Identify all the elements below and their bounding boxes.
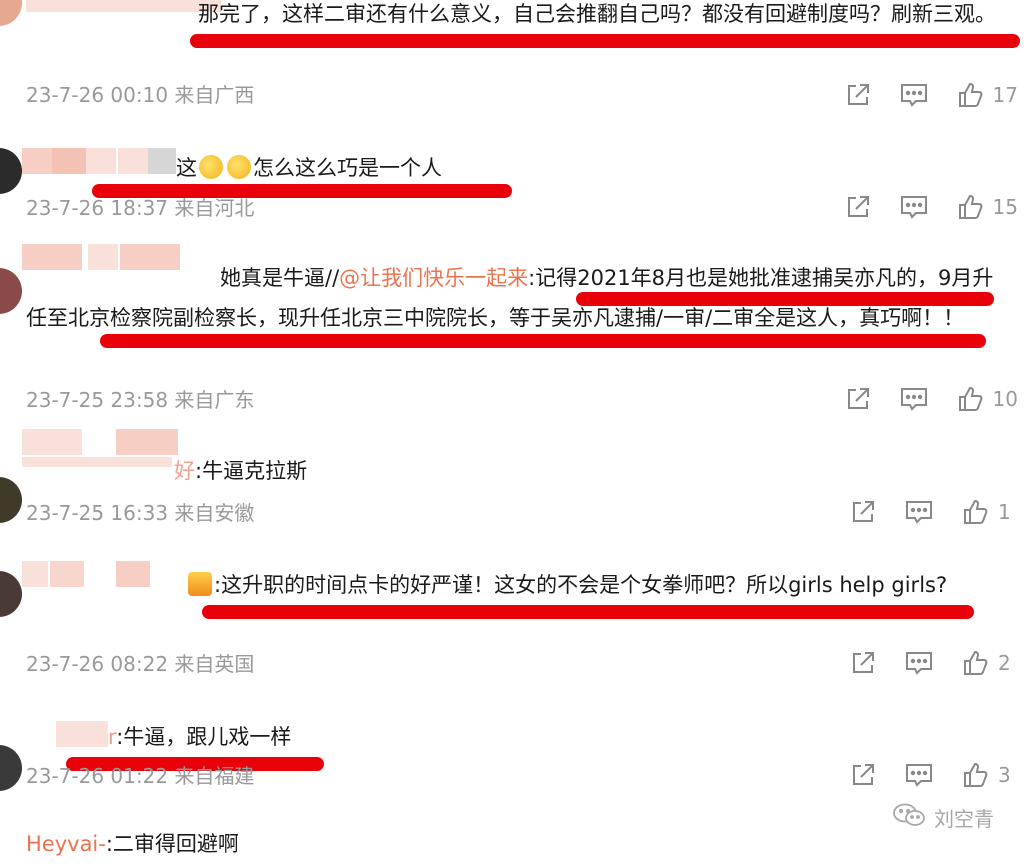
avatar[interactable] <box>0 148 22 194</box>
like-count: 17 <box>992 83 1018 107</box>
username-blurred <box>22 429 54 455</box>
mention-link[interactable]: @让我们快乐一起来 <box>339 266 528 290</box>
share-icon[interactable] <box>848 497 878 527</box>
redline-annotation <box>576 292 994 306</box>
comment-date: 23-7-26 18:37 <box>26 196 169 220</box>
share-icon[interactable] <box>843 80 873 110</box>
comment-location: 来自河北 <box>174 196 255 220</box>
share-icon[interactable] <box>843 384 873 414</box>
like-icon[interactable] <box>960 497 990 527</box>
comment-meta: 23-7-26 08:22 来自英国 <box>26 650 254 678</box>
like-count: 1 <box>998 500 1011 524</box>
comment-icon[interactable] <box>899 384 929 414</box>
avatar[interactable] <box>0 477 22 523</box>
avatar[interactable] <box>0 745 22 791</box>
smile-emoji-icon <box>199 155 223 179</box>
redline-annotation <box>190 34 1020 48</box>
avatar[interactable] <box>0 0 22 26</box>
username-blurred <box>118 148 148 174</box>
smile-emoji-icon <box>227 155 251 179</box>
username-blurred <box>52 148 86 174</box>
comment-6: r:牛逼，跟儿戏一样 23-7-26 01:22 来自福建 3 <box>0 715 1024 805</box>
comment-meta: 23-7-25 23:58 来自广东 <box>26 386 254 414</box>
comment-icon[interactable] <box>904 648 934 678</box>
comment-actions: 10 <box>817 384 1018 414</box>
comment-actions: 15 <box>817 192 1018 222</box>
comment-date: 23-7-25 16:33 <box>26 501 169 525</box>
username-blurred <box>22 457 172 467</box>
comment-3: 她真是牛逼//@让我们快乐一起来:记得2021年8月也是她批准逮捕吴亦凡的，9月… <box>0 240 1024 420</box>
comment-1: 那完了，这样二审还有什么意义，自己会推翻自己吗？都没有回避制度吗？刷新三观。 2… <box>0 0 1024 130</box>
comment-icon[interactable] <box>904 497 934 527</box>
redline-annotation <box>202 605 974 619</box>
gift-emoji-icon <box>188 572 212 596</box>
like-icon[interactable] <box>955 192 985 222</box>
comment-location: 来自英国 <box>174 652 255 676</box>
redline-annotation <box>100 334 986 348</box>
username-blurred <box>86 148 116 174</box>
share-icon[interactable] <box>848 760 878 790</box>
comment-icon[interactable] <box>899 192 929 222</box>
comment-date: 23-7-26 01:22 <box>26 764 169 788</box>
like-icon[interactable] <box>955 384 985 414</box>
comment-actions: 1 <box>822 497 1018 527</box>
comment-actions: 17 <box>817 80 1018 110</box>
like-count: 2 <box>998 651 1011 675</box>
comment-meta: 23-7-26 01:22 来自福建 <box>26 762 254 790</box>
comment-location: 来自广西 <box>174 83 255 107</box>
comment-text: 那完了，这样二审还有什么意义，自己会推翻自己吗？都没有回避制度吗？刷新三观。 <box>198 2 996 26</box>
avatar[interactable] <box>0 571 22 617</box>
like-icon[interactable] <box>955 80 985 110</box>
username-blurred <box>54 429 82 455</box>
share-icon[interactable] <box>848 648 878 678</box>
like-icon[interactable] <box>960 760 990 790</box>
comment-actions: 2 <box>822 648 1018 678</box>
comment-meta: 23-7-25 16:33 来自安徽 <box>26 499 254 527</box>
username-link[interactable]: Heyvai- <box>26 832 106 856</box>
username-blurred <box>22 148 52 174</box>
comment-actions: 3 <box>822 760 1018 790</box>
comment-meta: 23-7-26 00:10 来自广西 <box>26 81 254 109</box>
comment-2: 这怎么这么巧是一个人 23-7-26 18:37 来自河北 15 <box>0 140 1024 240</box>
username-blurred <box>116 429 178 455</box>
comment-text: 好:牛逼克拉斯 <box>174 459 308 483</box>
comment-text: Heyvai-:二审得回避啊 <box>26 832 239 856</box>
username-blurred <box>148 148 176 174</box>
like-count: 15 <box>992 195 1018 219</box>
comment-5: :这升职的时间点卡的好严谨！这女的不会是个女拳师吧？所以girls help g… <box>0 555 1024 685</box>
avatar[interactable] <box>0 268 22 314</box>
comment-date: 23-7-26 00:10 <box>26 83 169 107</box>
comment-text: 这怎么这么巧是一个人 <box>176 155 442 180</box>
comment-date: 23-7-25 23:58 <box>26 388 169 412</box>
comment-icon[interactable] <box>904 760 934 790</box>
like-count: 3 <box>998 763 1011 787</box>
comment-4: 好:牛逼克拉斯 23-7-25 16:33 来自安徽 1 <box>0 425 1024 535</box>
comment-location: 来自广东 <box>174 388 255 412</box>
like-icon[interactable] <box>960 648 990 678</box>
comment-location: 来自福建 <box>174 764 255 788</box>
like-count: 10 <box>992 387 1018 411</box>
comment-date: 23-7-26 08:22 <box>26 652 169 676</box>
comment-icon[interactable] <box>899 80 929 110</box>
comment-location: 来自安徽 <box>174 501 255 525</box>
comment-7: Heyvai-:二审得回避啊 <box>0 830 1024 860</box>
comment-meta: 23-7-26 18:37 来自河北 <box>26 194 254 222</box>
username-blurred <box>56 721 108 747</box>
share-icon[interactable] <box>843 192 873 222</box>
comment-text: r:牛逼，跟儿戏一样 <box>108 725 292 749</box>
comment-text: :这升职的时间点卡的好严谨！这女的不会是个女拳师吧？所以girls help g… <box>26 565 1004 605</box>
